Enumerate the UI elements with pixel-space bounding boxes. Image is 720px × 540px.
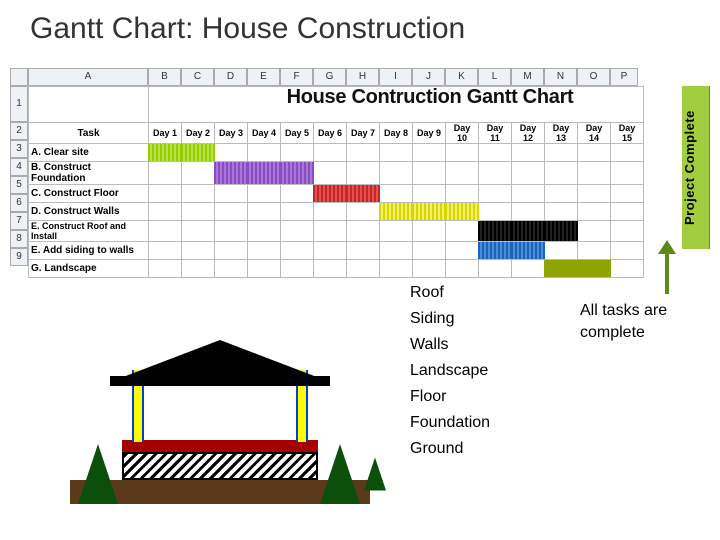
gantt-bar (445, 203, 479, 220)
day-header: Day 6 (314, 123, 347, 144)
row-header: 9 (10, 248, 28, 266)
gantt-spreadsheet: ABCDEFGHIJKLMNOP 1 2 3 4 5 6 7 8 9 House… (10, 68, 710, 86)
legend-item: Foundation (410, 410, 490, 436)
house-diagram: Roof Siding Walls Landscape Floor Founda… (10, 310, 710, 530)
legend-item: Ground (410, 436, 490, 462)
row-header: 4 (10, 158, 28, 176)
row-header: 3 (10, 140, 28, 158)
gantt-bar (214, 162, 248, 184)
col-header: D (214, 68, 247, 86)
gantt-bar (412, 203, 446, 220)
day-header: Day 1 (149, 123, 182, 144)
task-row: E. Add siding to walls (29, 242, 644, 260)
day-header: Day 14 (578, 123, 611, 144)
gantt-bar (511, 242, 545, 259)
task-row: E. Construct Roof and Install (29, 221, 644, 242)
gantt-bar (313, 185, 347, 202)
day-header: Day 11 (479, 123, 512, 144)
col-header: H (346, 68, 379, 86)
day-header: Day 4 (248, 123, 281, 144)
day-header: Day 10 (446, 123, 479, 144)
gantt-bar (280, 162, 314, 184)
row-header: 8 (10, 230, 28, 248)
arrow-icon (665, 250, 669, 294)
roof-shape (110, 340, 330, 382)
row-header: 2 (10, 122, 28, 140)
col-header: N (544, 68, 577, 86)
gantt-bar (478, 242, 512, 259)
day-header: Day 9 (413, 123, 446, 144)
col-header: P (610, 68, 638, 86)
task-label: B. Construct Foundation (29, 162, 149, 185)
slide-title: Gantt Chart: House Construction (0, 0, 720, 52)
col-header: K (445, 68, 478, 86)
col-header: O (577, 68, 610, 86)
day-header: Day 2 (182, 123, 215, 144)
legend-item: Landscape (410, 358, 490, 384)
col-header: I (379, 68, 412, 86)
task-label: A. Clear site (29, 144, 149, 162)
diagram-legend: Roof Siding Walls Landscape Floor Founda… (410, 280, 490, 462)
gantt-bar (247, 162, 281, 184)
day-header: Day 5 (281, 123, 314, 144)
col-header: F (280, 68, 313, 86)
legend-item: Floor (410, 384, 490, 410)
col-header: B (148, 68, 181, 86)
gantt-bar (511, 221, 545, 241)
task-label: E. Add siding to walls (29, 242, 149, 260)
foundation-shape (122, 452, 318, 480)
gantt-bar (148, 144, 182, 161)
day-header: Day 12 (512, 123, 545, 144)
gantt-bar (577, 260, 611, 277)
header-row: Task Day 1 Day 2 Day 3 Day 4 Day 5 Day 6… (29, 123, 644, 144)
legend-item: Siding (410, 306, 490, 332)
floor-shape (122, 440, 318, 452)
tree-icon (320, 444, 360, 504)
task-row: B. Construct Foundation (29, 162, 644, 185)
task-label: C. Construct Floor (29, 185, 149, 203)
task-row: C. Construct Floor (29, 185, 644, 203)
col-header: A (28, 68, 148, 86)
project-complete-flag: Project Complete (682, 86, 710, 249)
gantt-bar (346, 185, 380, 202)
row-header: 7 (10, 212, 28, 230)
row-header: 5 (10, 176, 28, 194)
col-header: G (313, 68, 346, 86)
day-header: Day 7 (347, 123, 380, 144)
row-header: 6 (10, 194, 28, 212)
task-row: A. Clear site (29, 144, 644, 162)
day-header: Day 3 (215, 123, 248, 144)
tree-icon (364, 458, 386, 491)
gantt-grid: Task Day 1 Day 2 Day 3 Day 4 Day 5 Day 6… (28, 86, 644, 278)
col-header-row: ABCDEFGHIJKLMNOP (10, 68, 710, 86)
gantt-bar (478, 221, 512, 241)
task-label: E. Construct Roof and Install (29, 221, 149, 242)
task-row: D. Construct Walls (29, 203, 644, 221)
task-label: G. Landscape (29, 260, 149, 278)
gantt-bar (544, 260, 578, 277)
row-header: 1 (10, 86, 28, 122)
tree-icon (78, 444, 118, 504)
col-header: C (181, 68, 214, 86)
col-header: L (478, 68, 511, 86)
day-header: Day 13 (545, 123, 578, 144)
task-row: G. Landscape (29, 260, 644, 278)
corner-cell (10, 68, 28, 86)
col-header: E (247, 68, 280, 86)
completion-note: All tasks are complete (580, 300, 710, 344)
arrow-icon (658, 240, 676, 254)
legend-item: Walls (410, 332, 490, 358)
day-header: Day 8 (380, 123, 413, 144)
gantt-bar (181, 144, 215, 161)
legend-item: Roof (410, 280, 490, 306)
gantt-bar (544, 221, 578, 241)
col-header: M (511, 68, 544, 86)
day-header: Day 15 (611, 123, 644, 144)
gantt-bar (379, 203, 413, 220)
col-header: J (412, 68, 445, 86)
task-label: D. Construct Walls (29, 203, 149, 221)
task-header: Task (29, 123, 149, 144)
